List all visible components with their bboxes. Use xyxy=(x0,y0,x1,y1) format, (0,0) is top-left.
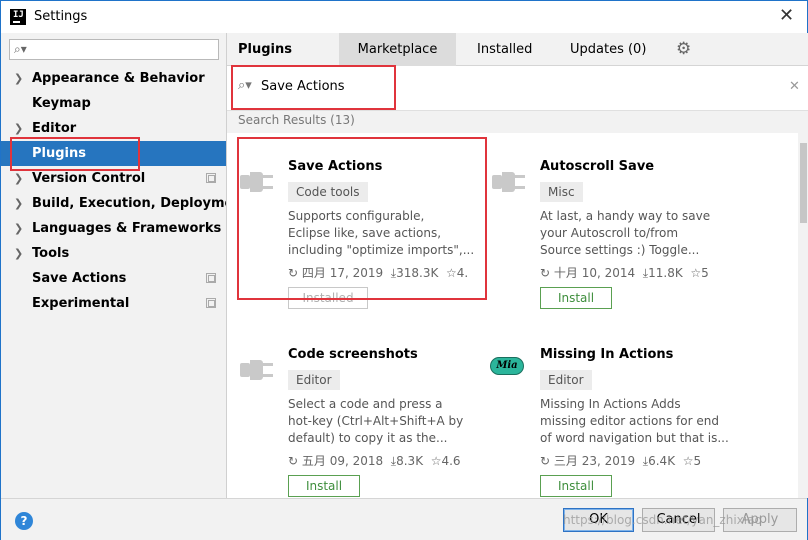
sidebar-item-experimental[interactable]: Experimental xyxy=(1,291,226,316)
download-icon: ⤓ xyxy=(386,266,397,280)
sidebar-item-build-execution-deployment[interactable]: ❯ Build, Execution, Deployment xyxy=(1,191,249,216)
search-icon: ⌕▾ xyxy=(238,78,252,93)
sidebar-search-input[interactable]: ⌕▾ xyxy=(9,39,219,60)
tab-marketplace[interactable]: Marketplace xyxy=(339,33,456,66)
plugins-heading: Plugins xyxy=(238,42,292,57)
install-button[interactable]: Install xyxy=(540,475,612,497)
plugin-tag: Misc xyxy=(540,182,583,202)
plugin-card-missing-in-actions[interactable]: Mia Missing In Actions Editor Missing In… xyxy=(490,335,730,505)
plugin-plug-icon xyxy=(240,172,273,192)
chevron-right-icon: ❯ xyxy=(14,197,24,210)
close-icon[interactable]: ✕ xyxy=(779,5,794,26)
cancel-button[interactable]: Cancel xyxy=(642,508,715,532)
plugin-meta: ↻ 十月 10, 2014 ⤓11.8K ☆5 xyxy=(540,266,709,280)
sidebar-item-languages-frameworks[interactable]: ❯ Languages & Frameworks xyxy=(1,216,226,241)
scrollbar-thumb[interactable] xyxy=(800,143,807,223)
plugin-card-save-actions[interactable]: Save Actions Code tools Supports configu… xyxy=(238,147,478,317)
refresh-icon: ↻ xyxy=(288,454,299,468)
help-icon[interactable]: ? xyxy=(15,512,33,530)
plugin-description: Select a code and press a hot-key (Ctrl+… xyxy=(288,397,464,445)
project-level-icon xyxy=(206,298,216,308)
install-button[interactable]: Install xyxy=(288,475,360,497)
settings-sidebar: ⌕▾ ❯ Appearance & Behavior Keymap ❯ Edit… xyxy=(1,33,249,498)
refresh-icon: ↻ xyxy=(540,266,551,280)
plugin-meta: ↻ 四月 17, 2019 ⤓318.3K ☆4. xyxy=(288,266,469,280)
plugin-name[interactable]: Code screenshots xyxy=(288,347,418,362)
sidebar-item-save-actions[interactable]: Save Actions xyxy=(1,266,226,291)
plugin-description: Supports configurable, Eclipse like, sav… xyxy=(288,209,475,257)
download-icon: ⤓ xyxy=(638,266,649,280)
chevron-right-icon: ❯ xyxy=(14,222,24,235)
plugin-description: At last, a handy way to save your Autosc… xyxy=(540,209,711,257)
sidebar-item-tools[interactable]: ❯ Tools xyxy=(1,241,226,266)
gear-icon[interactable]: ⚙ xyxy=(676,39,691,59)
plugins-panel: Plugins Marketplace Installed Updates (0… xyxy=(226,33,808,498)
refresh-icon: ↻ xyxy=(288,266,299,280)
project-level-icon xyxy=(206,173,216,183)
plugin-tag: Editor xyxy=(540,370,592,390)
plugin-tag: Editor xyxy=(288,370,340,390)
plugin-description: Missing In Actions Adds missing editor a… xyxy=(540,397,729,445)
plugin-search-bar: ⌕▾ ✕ xyxy=(227,66,808,111)
apply-button[interactable]: Apply xyxy=(723,508,797,532)
star-icon: ☆ xyxy=(686,266,702,280)
star-icon: ☆ xyxy=(426,454,442,468)
plugin-card-code-screenshots[interactable]: Code screenshots Editor Select a code an… xyxy=(238,335,478,505)
plugins-tab-bar: Plugins Marketplace Installed Updates (0… xyxy=(227,33,808,66)
plugin-meta: ↻ 三月 23, 2019 ⤓6.4K ☆5 xyxy=(540,454,702,468)
install-button[interactable]: Install xyxy=(540,287,612,309)
plugin-plug-icon xyxy=(492,172,525,192)
sidebar-item-editor[interactable]: ❯ Editor xyxy=(1,116,226,141)
clear-icon[interactable]: ✕ xyxy=(789,79,800,94)
tab-installed[interactable]: Installed xyxy=(477,33,532,66)
sidebar-item-appearance-behavior[interactable]: ❯ Appearance & Behavior xyxy=(1,66,226,91)
search-results-header: Search Results (13) xyxy=(227,111,802,133)
plugin-tag: Code tools xyxy=(288,182,368,202)
title-bar: IJ Settings ✕ xyxy=(1,1,807,33)
plugin-card-autoscroll-save[interactable]: Autoscroll Save Misc At last, a handy wa… xyxy=(490,147,730,317)
refresh-icon: ↻ xyxy=(540,454,551,468)
chevron-right-icon: ❯ xyxy=(14,172,24,185)
plugin-name[interactable]: Autoscroll Save xyxy=(540,159,654,174)
results-scrollbar[interactable] xyxy=(798,111,808,498)
chevron-right-icon: ❯ xyxy=(14,247,24,260)
settings-window: IJ Settings ✕ ⌕▾ ❯ Appearance & Behavior… xyxy=(0,0,808,540)
star-icon: ☆ xyxy=(678,454,694,468)
ok-button[interactable]: OK xyxy=(563,508,634,532)
chevron-right-icon: ❯ xyxy=(14,72,24,85)
sidebar-item-plugins[interactable]: Plugins xyxy=(1,141,226,166)
search-icon: ⌕▾ xyxy=(14,42,27,56)
plugin-name[interactable]: Save Actions xyxy=(288,159,382,174)
mia-logo-icon: Mia xyxy=(490,357,524,375)
plugin-plug-icon xyxy=(240,360,273,380)
intellij-app-icon: IJ xyxy=(10,9,26,25)
download-icon: ⤓ xyxy=(638,454,649,468)
installed-button: Installed xyxy=(288,287,368,309)
dialog-footer: ? OK Cancel Apply https://blog.csdn.net/… xyxy=(1,498,807,540)
sidebar-item-keymap[interactable]: Keymap xyxy=(1,91,226,116)
chevron-right-icon: ❯ xyxy=(14,122,24,135)
tab-updates[interactable]: Updates (0) xyxy=(570,33,646,66)
sidebar-item-version-control[interactable]: ❯ Version Control xyxy=(1,166,226,191)
star-icon: ☆ xyxy=(442,266,457,280)
plugin-name[interactable]: Missing In Actions xyxy=(540,347,673,362)
plugin-meta: ↻ 五月 09, 2018 ⤓8.3K ☆4.6 xyxy=(288,454,461,468)
project-level-icon xyxy=(206,273,216,283)
download-icon: ⤓ xyxy=(386,454,397,468)
plugin-search-input[interactable] xyxy=(261,75,561,97)
window-title: Settings xyxy=(34,9,88,24)
